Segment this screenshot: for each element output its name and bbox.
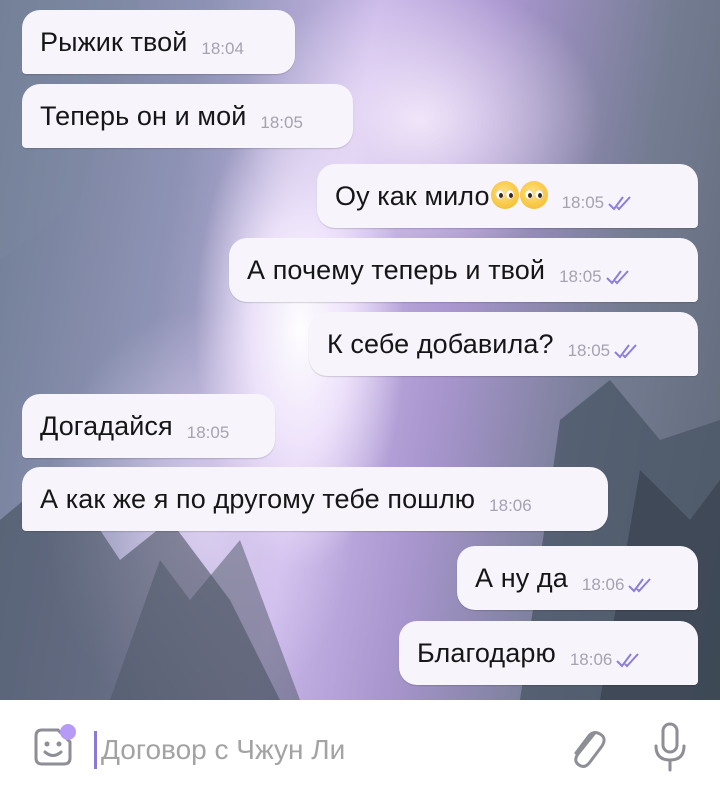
read-checkmarks-icon: [605, 270, 629, 285]
read-checkmarks-icon: [628, 578, 652, 593]
message-bubble[interactable]: А как же я по другому тебе пошлю 18:06: [22, 467, 608, 531]
message-bubble[interactable]: К себе добавила? 18:05: [309, 312, 698, 376]
read-checkmarks-icon: [616, 653, 640, 668]
message-text: Благодарю: [417, 637, 556, 668]
message-time: 18:05: [561, 193, 605, 212]
message-bubble[interactable]: Благодарю 18:06: [399, 621, 698, 685]
text-caret: [94, 731, 97, 769]
message-text: Теперь он и мой: [40, 100, 247, 131]
message-bubble[interactable]: Догадайся 18:05: [22, 394, 275, 458]
read-checkmarks-icon: [608, 196, 631, 211]
message-time: 18:05: [559, 267, 602, 286]
message-text: Оу как мило: [335, 180, 548, 212]
message-time: 18:04: [201, 39, 244, 58]
message-bubble[interactable]: Оу как мило 18:05: [317, 164, 698, 228]
message-bubble[interactable]: А ну да 18:06: [457, 546, 698, 610]
message-text: Рыжик твой: [40, 26, 188, 57]
message-time: 18:06: [569, 650, 613, 669]
paperclip-icon[interactable]: [564, 724, 610, 774]
microphone-icon[interactable]: [648, 720, 692, 776]
message-text: Догадайся: [40, 410, 173, 441]
read-checkmarks-icon: [614, 344, 637, 359]
pleading-face-emoji: [519, 180, 548, 209]
message-bubble[interactable]: А почему теперь и твой 18:05: [229, 238, 698, 302]
pleading-face-emoji: [490, 180, 519, 209]
message-time: 18:05: [186, 423, 230, 442]
message-composer: Договор с Чжун Ли: [0, 700, 720, 793]
message-text: А как же я по другому тебе пошлю: [40, 483, 476, 514]
message-text: А почему теперь и твой: [247, 254, 546, 285]
message-bubble[interactable]: Теперь он и мой 18:05: [22, 84, 353, 148]
message-input[interactable]: Договор с Чжун Ли: [94, 730, 345, 770]
message-time: 18:06: [581, 575, 625, 594]
message-time: 18:06: [489, 496, 532, 515]
message-input-placeholder: Договор с Чжун Ли: [101, 734, 346, 765]
message-bubble[interactable]: Рыжик твой 18:04: [22, 10, 295, 74]
sticker-emoji-icon[interactable]: [28, 722, 78, 772]
message-text: К себе добавила?: [327, 328, 554, 359]
message-time: 18:05: [260, 113, 303, 132]
message-time: 18:05: [567, 341, 611, 360]
message-text: А ну да: [475, 562, 568, 593]
